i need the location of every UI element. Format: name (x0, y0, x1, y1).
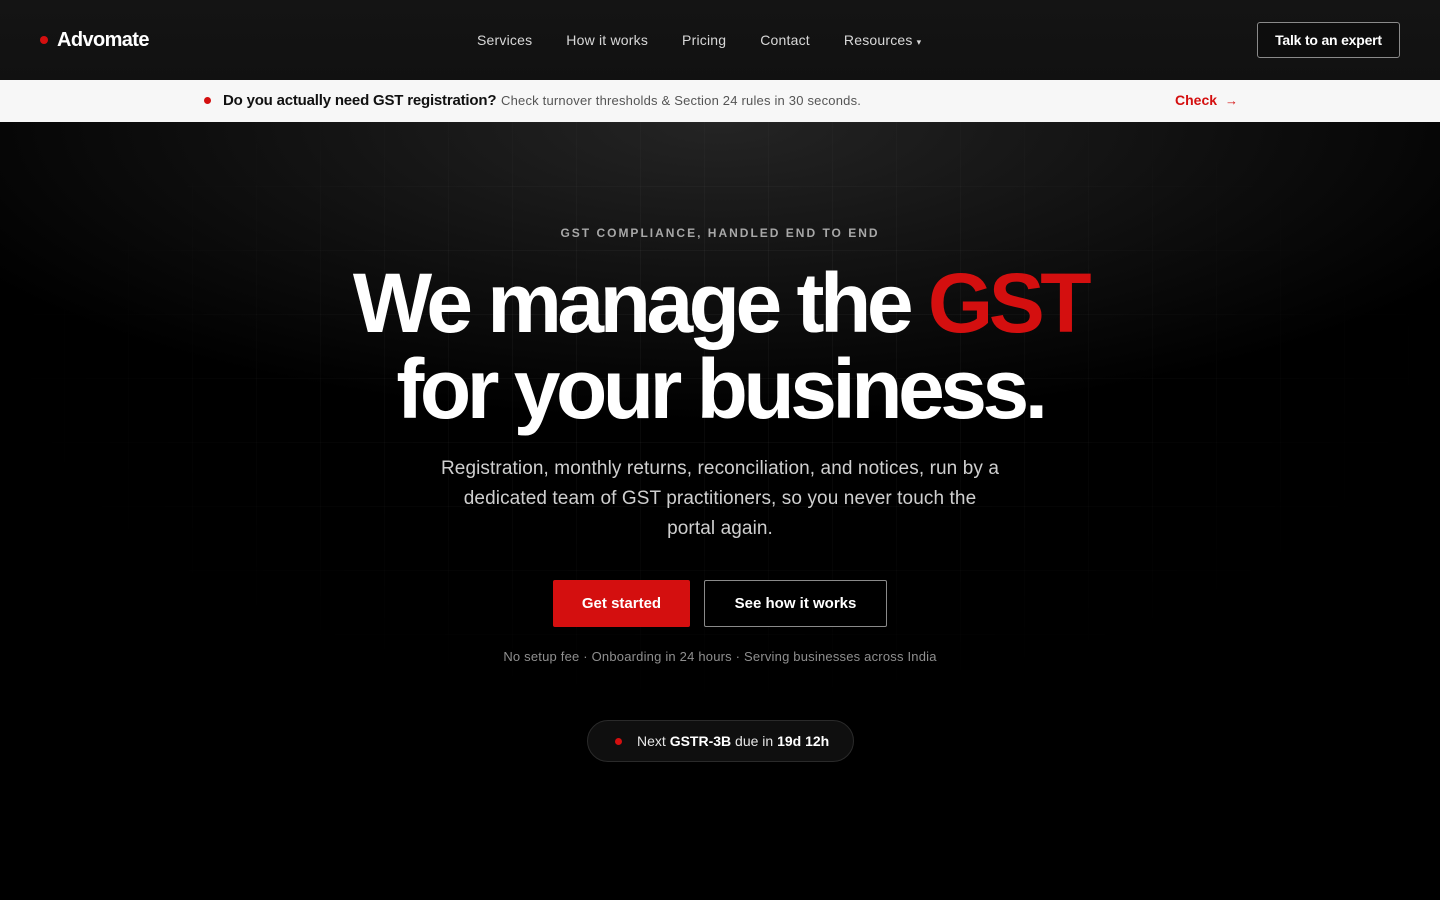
talk-to-expert-button[interactable]: Talk to an expert (1257, 22, 1400, 58)
announcement-banner: Do you actually need GST registration? C… (0, 80, 1440, 122)
get-started-button[interactable]: Get started (553, 580, 690, 627)
see-how-it-works-button[interactable]: See how it works (704, 580, 887, 627)
headline-part1: We manage the (352, 256, 928, 350)
trust-line: No setup fee · Onboarding in 24 hours · … (503, 649, 937, 664)
nav-item-pricing[interactable]: Pricing (682, 32, 726, 48)
nav-item-resources[interactable]: Resources ▾ (844, 32, 921, 48)
nav-item-resources-label: Resources (843, 32, 913, 48)
banner-dot-icon (204, 97, 211, 104)
due-countdown: 19d 12h (777, 733, 830, 749)
hero-subcopy: Registration, monthly returns, reconcili… (440, 458, 1000, 539)
due-middle: due in (731, 733, 778, 749)
banner-check-link[interactable]: Check → (1175, 92, 1238, 108)
banner-question: Do you actually need GST registration? (223, 92, 497, 109)
hero-section: GST COMPLIANCE, HANDLED END TO END We ma… (0, 122, 1440, 900)
nav-item-services[interactable]: Services (477, 32, 532, 48)
logo-dot-icon (40, 36, 48, 44)
nav-item-contact[interactable]: Contact (760, 32, 810, 48)
headline-line2: for your business. (396, 342, 1048, 436)
arrow-right-icon: → (1225, 92, 1239, 108)
logo[interactable]: Advomate (40, 0, 149, 80)
status-dot-icon (615, 737, 622, 745)
caret-down-icon: ▾ (916, 37, 922, 47)
headline-accent: GST (927, 256, 1092, 350)
due-date-pill: Next GSTR-3B due in 19d 12h (587, 720, 854, 762)
nav-item-how-it-works[interactable]: How it works (566, 32, 648, 48)
due-prefix: Next (637, 733, 670, 749)
main-nav: Services How it works Pricing Contact Re… (477, 0, 921, 80)
brand-name: Advomate (57, 28, 149, 51)
hero-eyebrow: GST COMPLIANCE, HANDLED END TO END (560, 226, 880, 240)
site-header: Advomate Services How it works Pricing C… (0, 0, 1440, 80)
banner-subtext: Check turnover thresholds & Section 24 r… (501, 93, 862, 108)
due-form: GSTR-3B (669, 733, 732, 749)
hero-headline: We manage the GST for your business. (0, 260, 1440, 432)
banner-check-label: Check (1175, 92, 1218, 108)
